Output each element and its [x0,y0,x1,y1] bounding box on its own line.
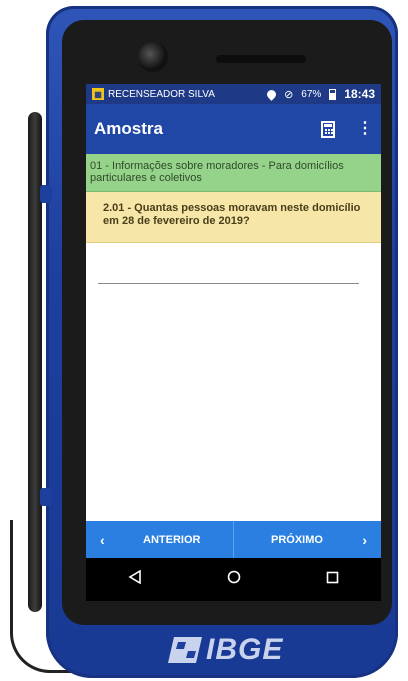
wifi-off-icon: ⊘ [284,88,294,101]
location-pin-icon [265,87,278,101]
chevron-left-icon: ‹ [100,531,105,548]
back-icon[interactable] [128,569,142,589]
previous-button[interactable]: ‹ ANTERIOR [86,521,234,558]
page-title: Amostra [94,119,163,138]
case-clip [40,185,52,203]
battery-icon [329,88,337,100]
brand-name: IBGE [206,633,284,666]
device-screen: ▦ RECENSEADOR SILVA ⊘ 67% 18:43 Amostra … [86,84,381,601]
home-icon[interactable] [227,570,241,589]
ibge-brand-logo: IBGE [168,630,318,670]
bottom-navigation: ‹ ANTERIOR PRÓXIMO › [86,521,381,558]
battery-percent: 67% [301,88,322,100]
app-bar: Amostra ⋮ [86,104,381,154]
status-icons: ⊘ 67% 18:43 [265,87,375,101]
case-clip [40,488,52,506]
app-logo-icon: ▦ [92,88,104,100]
recents-icon[interactable] [326,571,339,589]
ibge-mark-icon [168,637,202,663]
status-app-name: RECENSEADOR SILVA [108,88,215,100]
section-header: 01 - Informações sobre moradores - Para … [86,154,381,192]
question-text: 2.01 - Quantas pessoas moravam neste dom… [86,192,381,243]
more-vert-icon[interactable]: ⋮ [357,121,373,137]
system-navigation-bar [86,558,381,601]
next-button[interactable]: PRÓXIMO › [234,521,381,558]
status-time: 18:43 [344,87,375,101]
front-camera [138,42,168,72]
earpiece-speaker [216,55,306,63]
previous-label: ANTERIOR [143,533,201,546]
calculator-icon[interactable] [321,120,335,138]
answer-input[interactable] [98,265,359,284]
chevron-right-icon: › [362,531,367,548]
next-label: PRÓXIMO [271,533,323,546]
status-bar: ▦ RECENSEADOR SILVA ⊘ 67% 18:43 [86,84,381,104]
